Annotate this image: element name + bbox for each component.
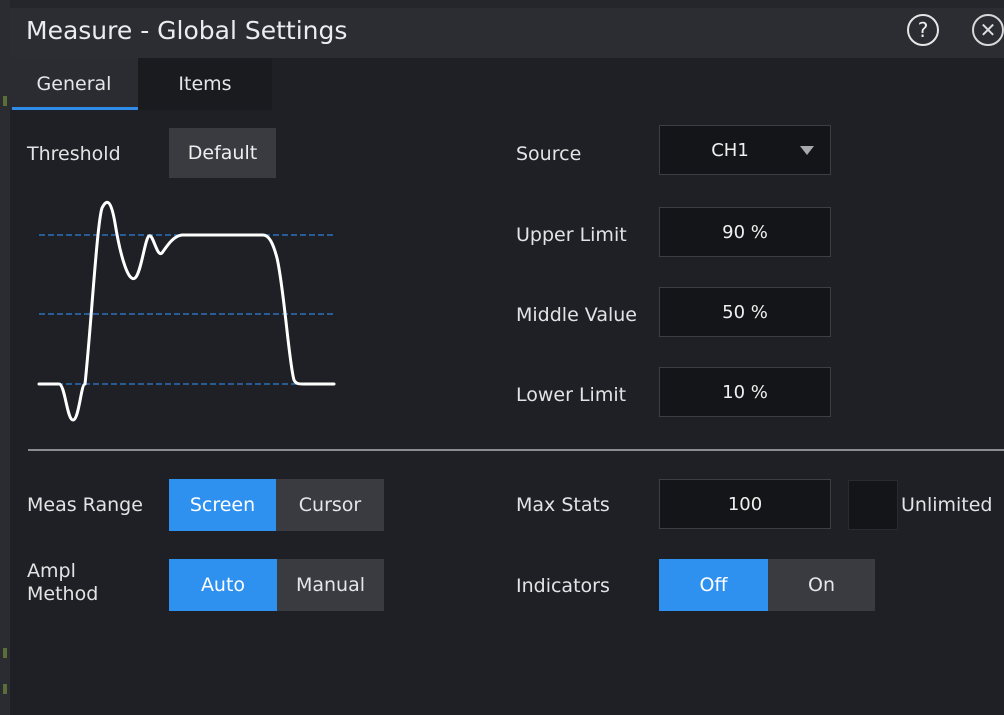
max-stats-input[interactable]: 100 (659, 479, 831, 529)
active-tab-indicator (12, 107, 138, 110)
dropdown-arrow-icon (800, 146, 814, 155)
window-frame-left (0, 0, 10, 715)
ampl-method-toggle: Auto Manual (169, 559, 384, 611)
upper-limit-input[interactable]: 90 % (659, 207, 831, 257)
help-icon[interactable]: ? (907, 14, 939, 46)
close-icon[interactable]: ✕ (972, 14, 1004, 46)
tab-general-label: General (36, 73, 112, 95)
dialog-content: General Items Threshold Default Source C… (10, 58, 1004, 715)
tab-items-label: Items (178, 73, 232, 95)
unlimited-checkbox[interactable] (848, 480, 898, 530)
unlimited-label: Unlimited (901, 494, 993, 516)
middle-value-label: Middle Value (516, 304, 637, 326)
source-label: Source (516, 143, 582, 165)
title-bar: Measure - Global Settings ? ✕ (10, 8, 1004, 58)
upper-limit-label: Upper Limit (516, 224, 627, 246)
indicators-off-option[interactable]: Off (659, 559, 768, 611)
lower-limit-input[interactable]: 10 % (659, 367, 831, 417)
tab-bar: General Items (10, 58, 272, 110)
ampl-method-label: Ampl Method (27, 560, 98, 606)
middle-value-input[interactable]: 50 % (659, 287, 831, 337)
max-stats-label: Max Stats (516, 494, 610, 516)
window-title: Measure - Global Settings (26, 16, 348, 45)
indicators-toggle: Off On (659, 559, 875, 611)
meas-range-toggle: Screen Cursor (169, 479, 384, 531)
edge-marker (3, 96, 7, 106)
meas-range-screen-option[interactable]: Screen (169, 479, 276, 531)
source-dropdown[interactable]: CH1 (659, 125, 831, 175)
meas-range-cursor-option[interactable]: Cursor (276, 479, 384, 531)
default-button[interactable]: Default (169, 128, 276, 178)
tab-general[interactable]: General (10, 58, 138, 110)
edge-marker (3, 684, 7, 694)
lower-limit-label: Lower Limit (516, 384, 627, 406)
source-value: CH1 (711, 139, 749, 161)
ampl-method-label-line2: Method (27, 583, 99, 605)
ampl-method-label-line1: Ampl (27, 560, 76, 582)
section-divider (28, 449, 1004, 451)
tab-items[interactable]: Items (138, 58, 272, 110)
threshold-waveform-diagram (37, 200, 336, 422)
indicators-label: Indicators (516, 575, 610, 597)
threshold-label: Threshold (27, 143, 121, 165)
meas-range-label: Meas Range (27, 494, 143, 516)
ampl-method-manual-option[interactable]: Manual (277, 559, 384, 611)
waveform-trace (37, 200, 336, 422)
edge-marker (3, 648, 7, 658)
ampl-method-auto-option[interactable]: Auto (169, 559, 277, 611)
indicators-on-option[interactable]: On (768, 559, 875, 611)
